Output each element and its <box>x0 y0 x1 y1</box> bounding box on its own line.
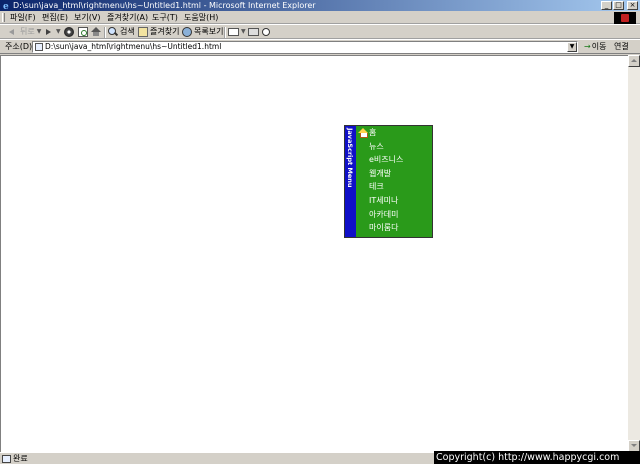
menu-help[interactable]: 도움말(H) <box>184 11 218 24</box>
print-button[interactable] <box>248 26 259 38</box>
toolbar-separator <box>224 27 226 38</box>
ie-icon: e <box>2 1 11 12</box>
title-bar: e D:\sun\java_html\rightmenu\hs~Untitled… <box>0 0 640 12</box>
links-button[interactable]: 연결 <box>614 41 629 53</box>
menu-item-academy[interactable]: 아카데미 <box>356 208 433 222</box>
menu-item-label: 홈 <box>369 128 377 137</box>
mail-button[interactable]: ▼ <box>228 26 246 38</box>
forward-arrow-icon <box>44 27 54 37</box>
javascript-menu-list: 홈 뉴스 e비즈니스 웹개발 테크 IT세미나 아카데미 마이룸다 <box>356 126 433 235</box>
scroll-up-button[interactable] <box>628 55 640 67</box>
favorites-icon <box>138 27 148 37</box>
toolbar-grip[interactable] <box>2 13 5 22</box>
menu-item-ebusiness[interactable]: e비즈니스 <box>356 153 433 167</box>
messenger-button[interactable] <box>262 26 270 38</box>
menu-item-myroom[interactable]: 마이룸다 <box>356 221 433 235</box>
back-button[interactable]: 뒤로 ▼ <box>8 26 41 38</box>
history-label: 목록보기 <box>194 27 224 36</box>
menu-item-webdev[interactable]: 웹개발 <box>356 167 433 181</box>
page-content <box>0 55 628 452</box>
forward-button[interactable]: ▼ <box>44 26 61 38</box>
address-dropdown-button[interactable]: ▼ <box>567 42 577 52</box>
address-label: 주소(D) <box>5 42 33 51</box>
messenger-icon <box>262 28 270 36</box>
home-button[interactable] <box>91 26 101 38</box>
stop-button[interactable] <box>64 26 74 38</box>
forward-dropdown-icon: ▼ <box>56 28 61 35</box>
search-label: 검색 <box>120 27 135 36</box>
javascript-menu: JavaScript Menu 홈 뉴스 e비즈니스 웹개발 테크 IT세미나 … <box>344 125 433 238</box>
svg-text:e: e <box>3 2 9 10</box>
home-icon <box>358 128 368 138</box>
standard-toolbar: 뒤로 ▼ ▼ 검색 즐겨찾기 목록보기 ▼ <box>0 24 640 39</box>
javascript-menu-sidebar: JavaScript Menu <box>345 126 356 237</box>
favorites-label: 즐겨찾기 <box>150 27 180 36</box>
go-button[interactable]: 이동 <box>584 41 607 53</box>
vertical-scrollbar[interactable] <box>628 55 640 452</box>
page-icon <box>35 43 43 51</box>
history-button[interactable]: 목록보기 <box>182 26 223 38</box>
home-icon <box>91 27 101 37</box>
menu-item-home[interactable]: 홈 <box>356 126 433 140</box>
back-label: 뒤로 <box>20 27 35 36</box>
menu-bar: 파일(F) 편집(E) 보기(V) 즐겨찾기(A) 도구(T) 도움말(H) <box>0 11 640 24</box>
back-arrow-icon <box>8 27 18 37</box>
menu-item-news[interactable]: 뉴스 <box>356 140 433 154</box>
address-bar: 주소(D) D:\sun\java_html\rightmenu\hs~Unti… <box>0 39 640 54</box>
javascript-menu-title: JavaScript Menu <box>346 128 354 188</box>
address-url: D:\sun\java_html\rightmenu\hs~Untitled1.… <box>45 42 222 51</box>
status-text: 완료 <box>13 454 28 463</box>
mail-dropdown-icon: ▼ <box>241 28 246 35</box>
back-dropdown-icon: ▼ <box>36 28 42 35</box>
mail-icon <box>228 28 239 36</box>
close-button[interactable]: × <box>627 1 638 10</box>
address-input[interactable]: D:\sun\java_html\rightmenu\hs~Untitled1.… <box>32 41 578 53</box>
minimize-button[interactable]: _ <box>601 1 612 10</box>
stop-icon <box>64 27 74 37</box>
refresh-icon <box>78 27 88 37</box>
maximize-button[interactable]: □ <box>613 1 624 10</box>
copyright-watermark: Copyright(c) http://www.happycgi.com <box>434 451 640 464</box>
search-button[interactable]: 검색 <box>108 26 135 38</box>
search-icon <box>108 27 118 37</box>
menu-item-it-seminar[interactable]: IT세미나 <box>356 194 433 208</box>
page-done-icon <box>2 455 11 463</box>
menu-edit[interactable]: 편집(E) <box>42 11 68 24</box>
window-controls: _ □ × <box>601 1 638 10</box>
menu-view[interactable]: 보기(V) <box>74 11 100 24</box>
toolbar-separator <box>104 27 106 38</box>
print-icon <box>248 28 259 36</box>
history-icon <box>182 27 192 37</box>
menu-tools[interactable]: 도구(T) <box>152 11 178 24</box>
windows-logo-icon <box>614 12 636 24</box>
menu-file[interactable]: 파일(F) <box>10 11 36 24</box>
menu-favorites[interactable]: 즐겨찾기(A) <box>107 11 148 24</box>
refresh-button[interactable] <box>78 26 88 38</box>
window-title: D:\sun\java_html\rightmenu\hs~Untitled1.… <box>13 1 316 10</box>
favorites-button[interactable]: 즐겨찾기 <box>138 26 179 38</box>
menu-item-tech[interactable]: 테크 <box>356 180 433 194</box>
